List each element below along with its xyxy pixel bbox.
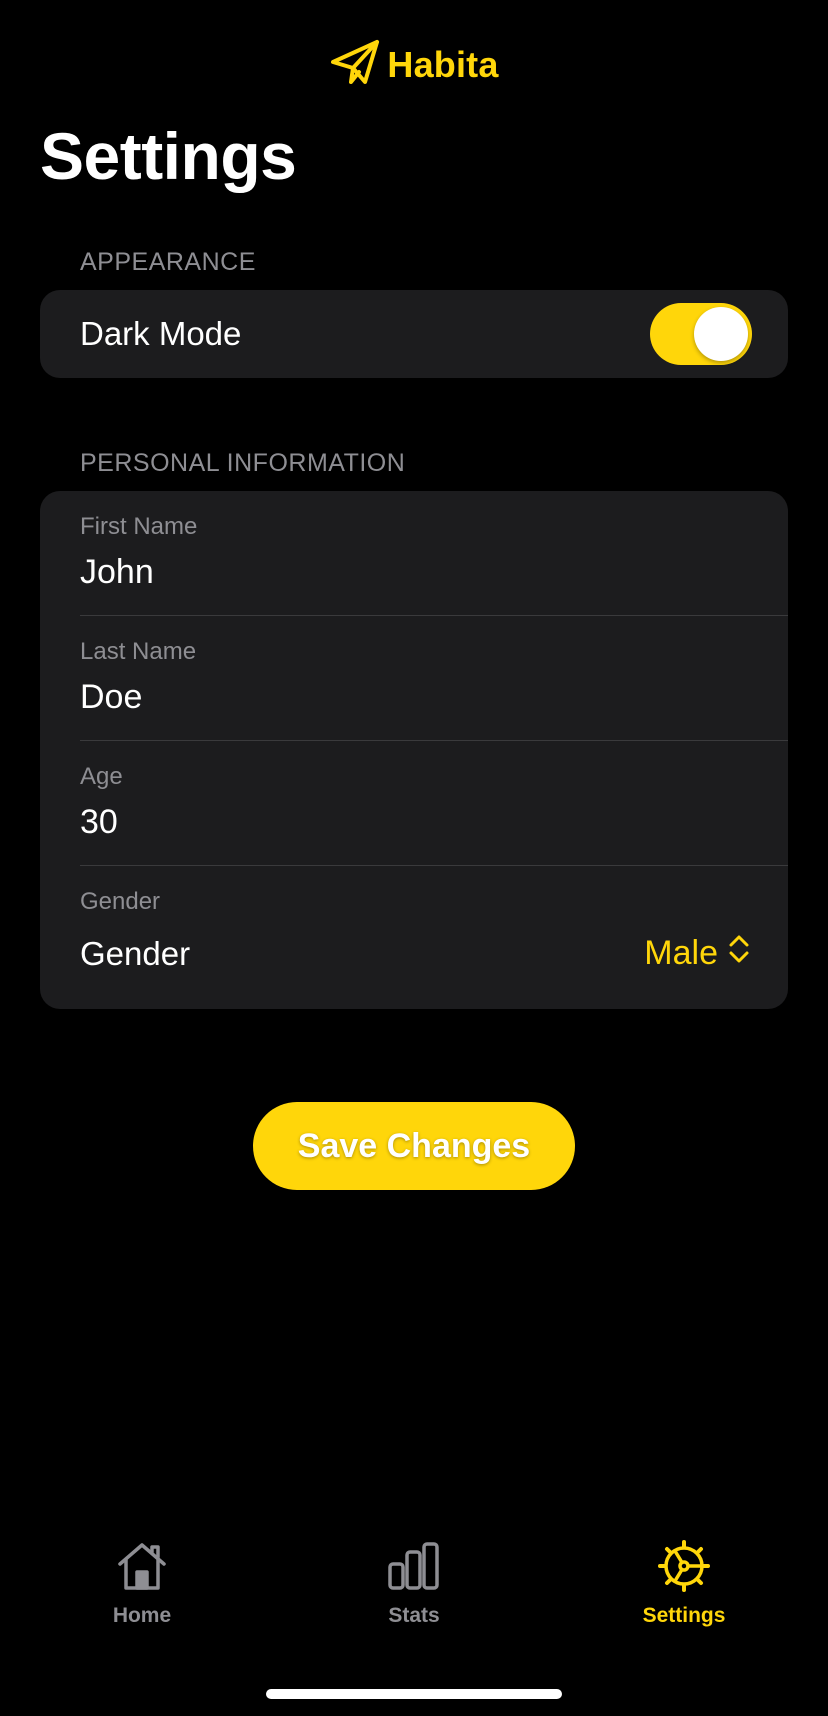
tab-settings[interactable]: Settings [594, 1540, 774, 1628]
tab-home-label: Home [112, 1604, 172, 1627]
settings-screen: Habita Settings APPEARANCE Dark Mode PER… [0, 0, 828, 1716]
page-title: Settings [40, 119, 297, 193]
gender-field: Gender Gender Male [40, 866, 788, 1010]
gender-picker-row[interactable]: Gender Male [80, 934, 752, 973]
save-changes-button[interactable]: Save Changes [253, 1102, 575, 1190]
chevron-up-down-icon [726, 934, 752, 973]
tab-bar: Home Stats Settings [0, 1540, 828, 1660]
appearance-card: Dark Mode [40, 290, 788, 378]
personal-info-card: First Name John Last Name Doe Age 30 Gen… [40, 491, 788, 1009]
dark-mode-row: Dark Mode [40, 290, 788, 378]
bar-chart-icon [386, 1540, 442, 1604]
last-name-field[interactable]: Last Name Doe [40, 616, 788, 741]
dark-mode-label: Dark Mode [80, 315, 242, 352]
gender-picker[interactable]: Male [644, 934, 752, 973]
tab-stats[interactable]: Stats [324, 1540, 504, 1628]
gender-picker-label: Gender [80, 934, 191, 972]
toggle-knob [694, 307, 748, 361]
tab-home[interactable]: Home [52, 1540, 232, 1628]
first-name-label: First Name [80, 513, 198, 540]
gender-value: Male [644, 934, 718, 972]
appearance-section-header: APPEARANCE [80, 248, 256, 276]
last-name-label: Last Name [80, 638, 197, 665]
last-name-input[interactable]: Doe [80, 678, 142, 717]
age-label: Age [80, 763, 123, 790]
home-indicator [266, 1689, 562, 1699]
tab-stats-label: Stats [388, 1604, 440, 1627]
personal-info-section-header: PERSONAL INFORMATION [80, 449, 406, 477]
house-icon [114, 1540, 170, 1604]
app-brand: Habita [0, 38, 828, 91]
gear-icon [656, 1540, 712, 1604]
paper-plane-icon [329, 38, 381, 91]
app-name: Habita [387, 43, 499, 85]
gender-label: Gender [80, 888, 161, 915]
first-name-field[interactable]: First Name John [40, 491, 788, 616]
first-name-input[interactable]: John [80, 553, 154, 592]
tab-settings-label: Settings [642, 1604, 726, 1627]
age-input[interactable]: 30 [80, 803, 118, 842]
age-field[interactable]: Age 30 [40, 741, 788, 866]
dark-mode-toggle[interactable] [650, 303, 752, 365]
